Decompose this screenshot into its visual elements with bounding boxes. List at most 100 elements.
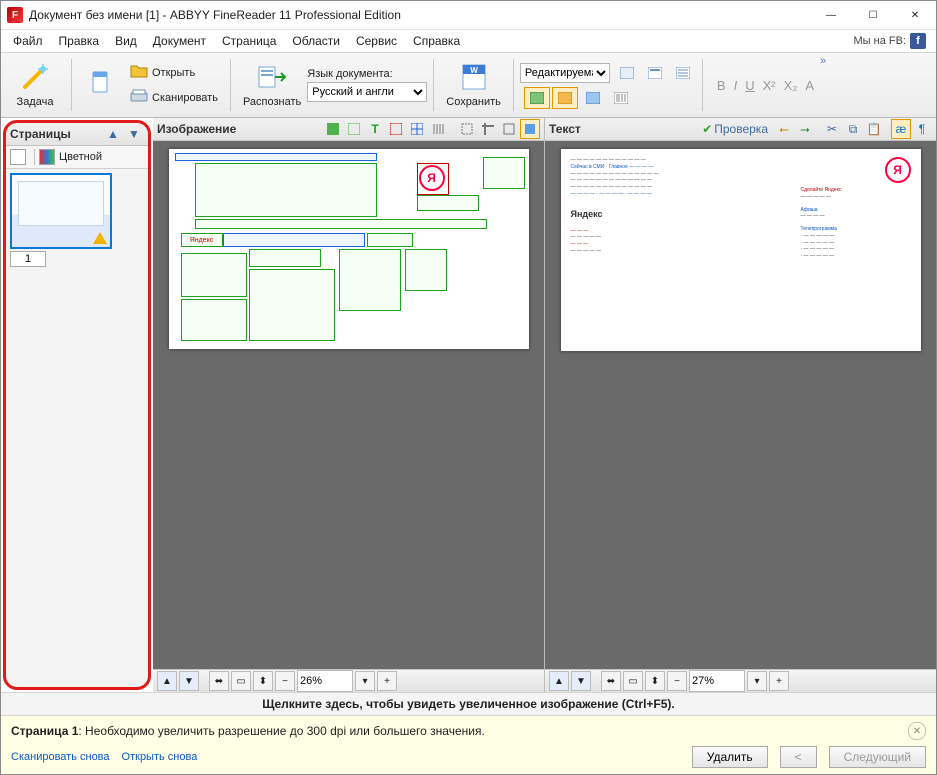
facebook-icon[interactable]: f xyxy=(910,33,926,49)
text-page: — — — — — — — — — — — — Сейчас в СМИ · Г… xyxy=(561,149,921,351)
menu-page[interactable]: Страница xyxy=(214,32,284,50)
superscript-button[interactable]: X² xyxy=(763,78,776,93)
txt-nav-up-button[interactable]: ▲ xyxy=(549,671,569,691)
page-number-input[interactable] xyxy=(10,251,46,267)
verify-icon: ✔ xyxy=(702,122,712,136)
image-doc-area[interactable]: Я Яндекс xyxy=(153,141,544,669)
svg-text:W: W xyxy=(470,66,478,75)
verify-button[interactable]: ✔ Проверка xyxy=(697,119,773,139)
minimize-button[interactable]: ― xyxy=(810,1,852,29)
app-icon: F xyxy=(7,7,23,23)
scan-button[interactable]: Сканировать xyxy=(124,86,224,109)
highlight-barcode-toggle[interactable] xyxy=(608,87,634,109)
text-doc-area[interactable]: — — — — — — — — — — — — Сейчас в СМИ · Г… xyxy=(545,141,936,669)
txt-zoom-dropdown[interactable]: ▾ xyxy=(747,671,767,691)
zoom-hint[interactable]: Щелкните здесь, чтобы увидеть увеличенно… xyxy=(1,693,936,716)
img-btn-crop[interactable] xyxy=(478,119,498,139)
img-btn-toggle[interactable] xyxy=(520,119,540,139)
txt-cut-button[interactable]: ✂ xyxy=(822,119,842,139)
lang-caption: Язык документа: xyxy=(307,68,427,80)
menu-file[interactable]: Файл xyxy=(5,32,51,50)
word-doc-icon: W xyxy=(459,63,489,94)
img-fit-page-button[interactable]: ▭ xyxy=(231,671,251,691)
underline-button[interactable]: U xyxy=(745,78,754,93)
delete-page-button[interactable]: Удалить xyxy=(692,746,768,768)
menu-areas[interactable]: Области xyxy=(284,32,348,50)
img-nav-up-button[interactable]: ▲ xyxy=(157,671,177,691)
recognize-button[interactable]: Распознать xyxy=(237,61,307,110)
img-btn-delete[interactable] xyxy=(499,119,519,139)
text-zoombar: ▲ ▼ ⬌ ▭ ⬍ − ▾ + xyxy=(545,669,936,692)
toolbar-overflow-button[interactable]: » xyxy=(814,55,832,115)
img-btn-analyze[interactable] xyxy=(323,119,343,139)
menu-document[interactable]: Документ xyxy=(145,32,214,50)
txt-paste-button[interactable]: 📋 xyxy=(864,119,884,139)
subscript-button[interactable]: X₂ xyxy=(784,78,798,93)
txt-copy-button[interactable]: ⧉ xyxy=(843,119,863,139)
window-title: Документ без имени [1] - ABBYY FineReade… xyxy=(29,8,401,22)
txt-zoom-in-button[interactable]: + xyxy=(769,671,789,691)
page-move-down-button[interactable]: ▼ xyxy=(124,124,144,144)
img-btn-read[interactable] xyxy=(344,119,364,139)
maximize-button[interactable]: ☐ xyxy=(852,1,894,29)
txt-fit-page-button[interactable]: ▭ xyxy=(623,671,643,691)
txt-prev-error-button[interactable]: ⭠ xyxy=(774,119,794,139)
open-button[interactable]: Открыть xyxy=(124,61,224,84)
img-btn-select[interactable] xyxy=(457,119,477,139)
keep-headers-toggle[interactable] xyxy=(642,62,668,84)
next-warning-button[interactable]: Следующий xyxy=(829,746,926,768)
task-button[interactable]: Задача xyxy=(5,61,65,110)
menu-edit[interactable]: Правка xyxy=(51,32,108,50)
menu-help[interactable]: Справка xyxy=(405,32,468,50)
page-move-up-button[interactable]: ▲ xyxy=(103,124,123,144)
img-zoom-in-button[interactable]: + xyxy=(377,671,397,691)
txt-show-marks-toggle[interactable]: ¶ xyxy=(912,119,932,139)
bold-button[interactable]: B xyxy=(717,78,726,93)
highlight-image-toggle[interactable] xyxy=(524,87,550,109)
img-btn-picture[interactable] xyxy=(386,119,406,139)
layout-mode-select[interactable]: Редактируемая xyxy=(520,63,610,83)
txt-zoom-out-button[interactable]: − xyxy=(667,671,687,691)
new-page-button[interactable] xyxy=(78,68,124,103)
img-btn-barcode[interactable] xyxy=(428,119,448,139)
open-again-link[interactable]: Открыть снова xyxy=(122,751,198,763)
scan-again-link[interactable]: Сканировать снова xyxy=(11,751,110,763)
txt-fit-width-button[interactable]: ⬌ xyxy=(601,671,621,691)
main-toolbar: Задача Открыть xyxy=(1,52,936,118)
img-btn-textarea[interactable]: T xyxy=(365,119,385,139)
img-fit-width-button[interactable]: ⬌ xyxy=(209,671,229,691)
keep-lines-toggle[interactable] xyxy=(670,62,696,84)
img-fit-height-button[interactable]: ⬍ xyxy=(253,671,273,691)
color-view-icon[interactable] xyxy=(39,149,55,165)
txt-nav-down-button[interactable]: ▼ xyxy=(571,671,591,691)
language-select[interactable]: Русский и англи xyxy=(307,82,427,102)
image-zoom-input[interactable] xyxy=(297,670,353,692)
img-nav-down-button[interactable]: ▼ xyxy=(179,671,199,691)
text-style-button[interactable]: A xyxy=(805,78,814,93)
txt-highlight-toggle[interactable]: æ xyxy=(891,119,911,139)
highlight-text-toggle[interactable] xyxy=(552,87,578,109)
highlight-table-toggle[interactable] xyxy=(580,87,606,109)
keep-pictures-toggle[interactable] xyxy=(614,62,640,84)
warning-message: Страница 1: Необходимо увеличить разреше… xyxy=(11,724,902,738)
txt-next-error-button[interactable]: ⭢ xyxy=(795,119,815,139)
pages-view-mode-label: Цветной xyxy=(59,151,102,163)
text-zoom-input[interactable] xyxy=(689,670,745,692)
menu-service[interactable]: Сервис xyxy=(348,32,405,50)
warning-close-button[interactable]: ✕ xyxy=(908,722,926,740)
image-panel: Изображение T Я xyxy=(153,118,545,692)
italic-button[interactable]: I xyxy=(734,78,738,93)
thumbs-view-icon[interactable] xyxy=(10,149,26,165)
save-button[interactable]: W Сохранить xyxy=(440,61,507,110)
recognize-label: Распознать xyxy=(243,96,301,108)
menu-view[interactable]: Вид xyxy=(107,32,145,50)
image-page: Я Яндекс xyxy=(169,149,529,349)
txt-fit-height-button[interactable]: ⬍ xyxy=(645,671,665,691)
img-zoom-out-button[interactable]: − xyxy=(275,671,295,691)
pages-panel-header: Страницы ▲ ▼ xyxy=(6,123,148,146)
prev-warning-button[interactable]: < xyxy=(780,746,817,768)
img-zoom-dropdown[interactable]: ▾ xyxy=(355,671,375,691)
img-btn-table[interactable] xyxy=(407,119,427,139)
page-thumbnail[interactable] xyxy=(10,173,112,249)
close-window-button[interactable]: ✕ xyxy=(894,1,936,29)
